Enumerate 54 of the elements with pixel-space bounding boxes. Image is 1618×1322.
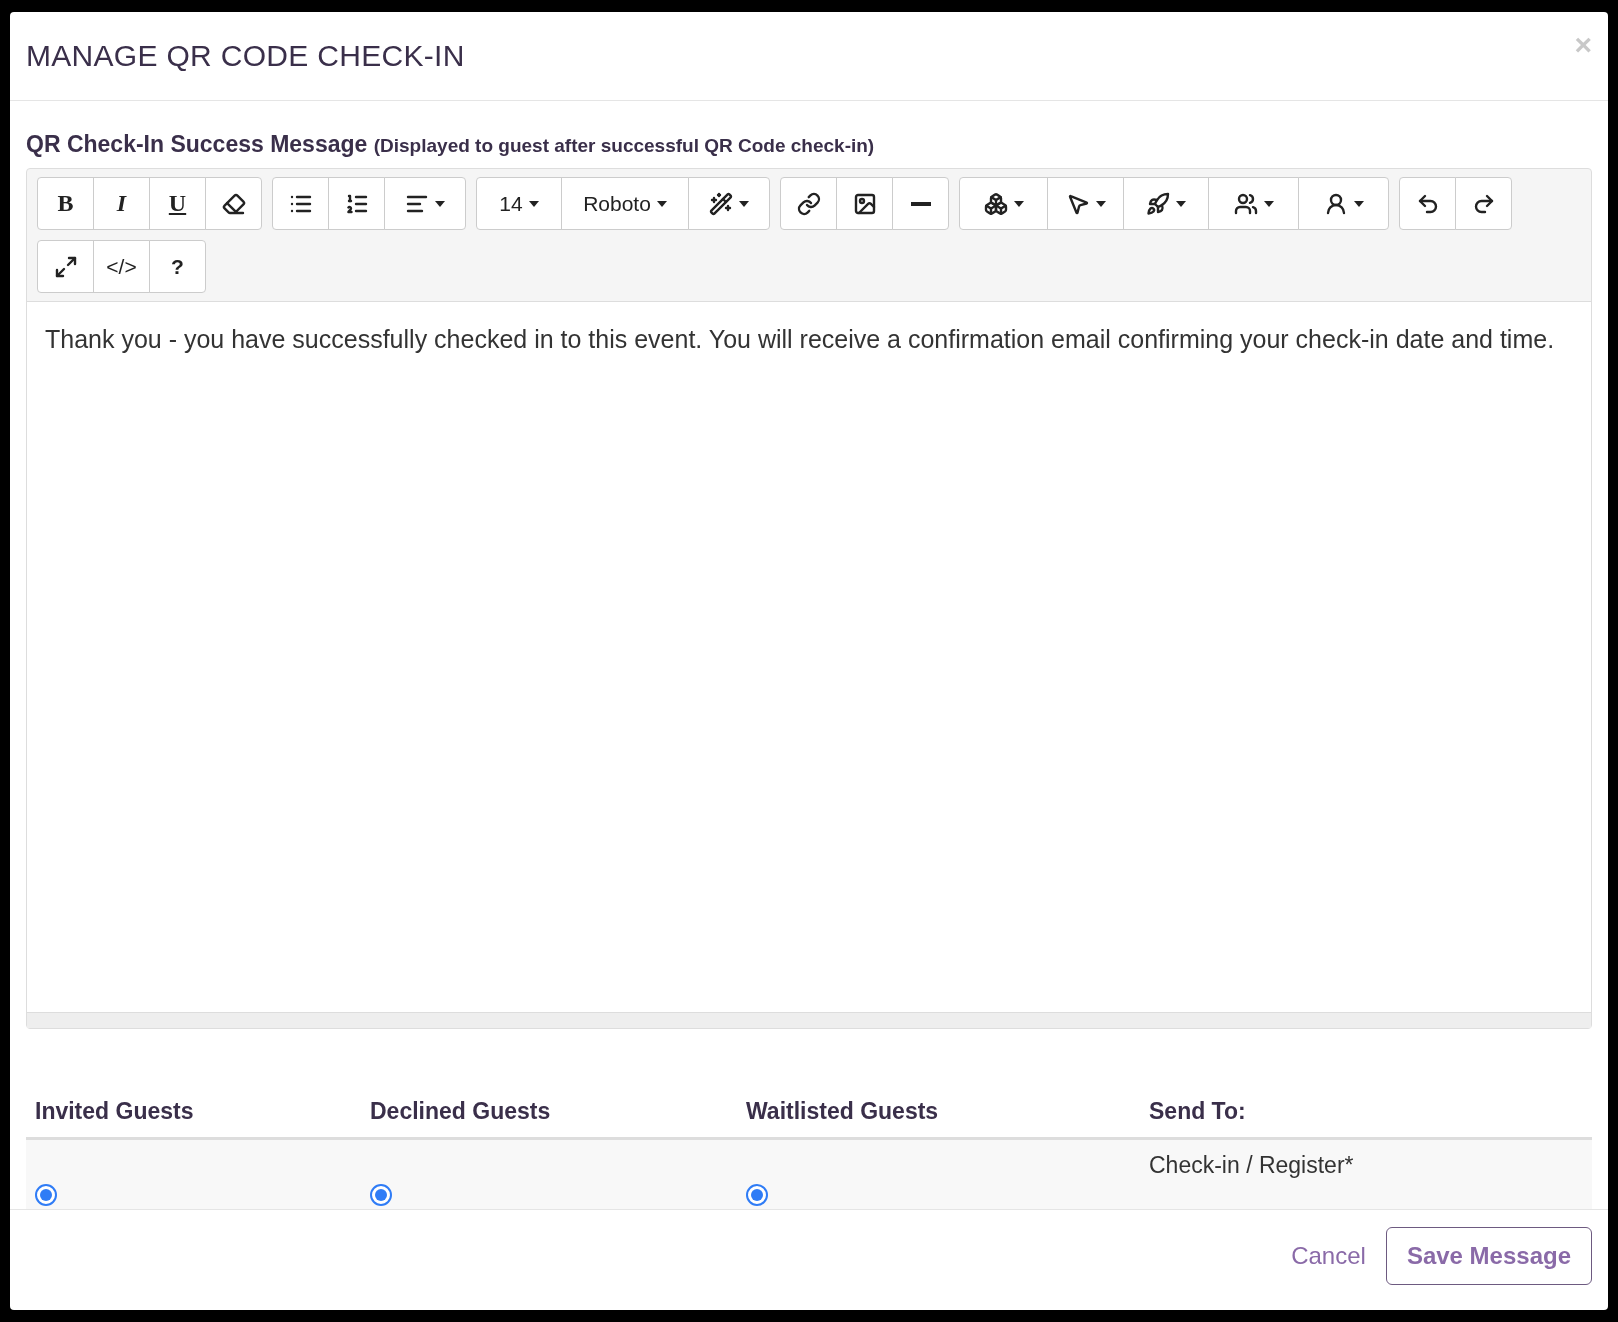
- user-button[interactable]: [1298, 177, 1389, 230]
- fullscreen-icon: [53, 254, 78, 279]
- users-button[interactable]: [1208, 177, 1299, 230]
- cancel-button[interactable]: Cancel: [1283, 1234, 1374, 1278]
- rocket-icon: [1146, 191, 1170, 216]
- magic-wand-button[interactable]: [688, 177, 770, 230]
- caret-icon: [1095, 200, 1106, 207]
- horizontal-rule-button[interactable]: [892, 177, 949, 230]
- pointer-button[interactable]: [1047, 177, 1124, 230]
- image-icon: [852, 191, 877, 216]
- link-button[interactable]: [780, 177, 837, 230]
- caret-icon: [1353, 200, 1364, 207]
- save-message-button[interactable]: Save Message: [1385, 1227, 1592, 1285]
- underline-button[interactable]: U: [149, 177, 206, 230]
- radio-button[interactable]: [370, 1184, 392, 1206]
- italic-button[interactable]: I: [93, 177, 150, 230]
- column-header: Waitlisted Guests: [746, 1097, 940, 1125]
- magic-wand-icon: [709, 191, 733, 216]
- users-icon: [1233, 191, 1258, 216]
- message-label: QR Check-In Success Message (Displayed to guest after successful QR Code check-in): [26, 131, 876, 158]
- image-button[interactable]: [836, 177, 893, 230]
- bullet-list-button[interactable]: [272, 177, 329, 230]
- editor-content[interactable]: Thank you - you have successfully checked in to this event. You will receive a confirmation email confirming your check-in date and time.: [27, 302, 1591, 1012]
- fullscreen-button[interactable]: [37, 240, 94, 293]
- column-header: Send To:: [1149, 1097, 1247, 1125]
- eraser-icon: [221, 191, 246, 216]
- boxes-icon: [983, 191, 1008, 216]
- eraser-button[interactable]: [205, 177, 262, 230]
- boxes-button[interactable]: [959, 177, 1048, 230]
- rocket-button[interactable]: [1123, 177, 1209, 230]
- message-text: Thank you - you have successfully checked in to this event. You will receive a confirmation email confirming your check-in date and time.: [45, 325, 1555, 353]
- caret-icon: [435, 200, 445, 207]
- numbered-list-button[interactable]: [328, 177, 385, 230]
- caret-icon: [656, 200, 667, 207]
- radio-button[interactable]: [746, 1184, 768, 1206]
- link-icon: [796, 191, 821, 216]
- caret-icon: [1176, 200, 1186, 207]
- caret-icon: [739, 200, 749, 207]
- font-size-dropdown[interactable]: 14: [476, 177, 562, 230]
- undo-button[interactable]: [1399, 177, 1456, 230]
- send-to-option: Check-in / Register*: [1149, 1152, 1354, 1179]
- column-header: Declined Guests: [370, 1097, 552, 1125]
- caret-icon: [1013, 200, 1024, 207]
- help-button[interactable]: ?: [149, 240, 206, 293]
- radio-button[interactable]: [35, 1184, 57, 1206]
- code-view-button[interactable]: </>: [93, 240, 150, 293]
- caret-icon: [1263, 200, 1274, 207]
- font-family-dropdown[interactable]: Roboto: [561, 177, 689, 230]
- align-button[interactable]: [384, 177, 466, 230]
- column-header: Invited Guests: [35, 1097, 195, 1125]
- dialog-title: MANAGE QR CODE CHECK-IN: [26, 39, 465, 73]
- bold-button[interactable]: B: [37, 177, 94, 230]
- caret-icon: [528, 200, 539, 207]
- redo-button[interactable]: [1455, 177, 1512, 230]
